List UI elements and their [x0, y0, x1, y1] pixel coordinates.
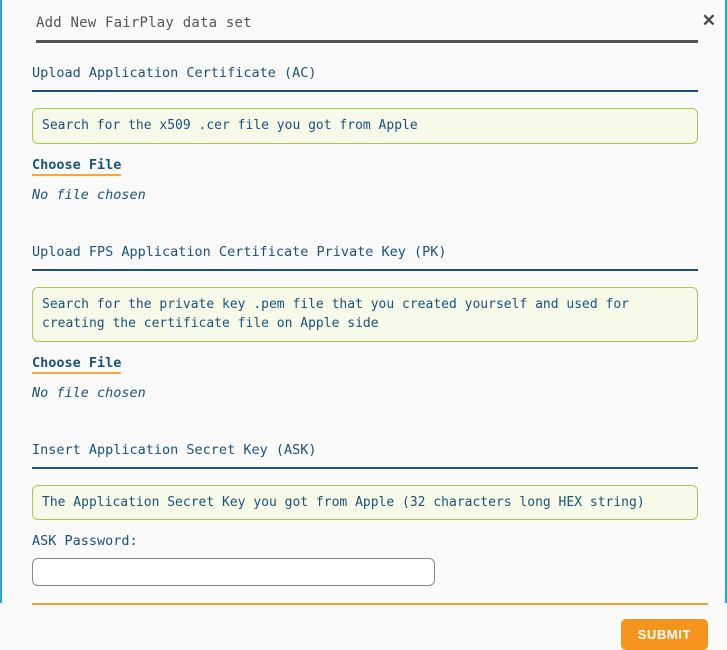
file-status-ac: No file chosen [32, 187, 698, 203]
footer-divider [32, 603, 708, 605]
hint-box-ask: The Application Secret Key you got from … [32, 485, 698, 521]
hint-box-ac: Search for the x509 .cer file you got fr… [32, 108, 698, 144]
dialog-body: Upload Application Certificate (AC) Sear… [2, 65, 725, 586]
close-icon[interactable]: ✕ [702, 12, 716, 29]
fairplay-dialog: { "colors": { "edge_blue": "#2aa5da", "t… [0, 0, 727, 603]
dialog-header: Add New FairPlay data set ✕ [2, 0, 725, 31]
section-heading-ask: Insert Application Secret Key (ASK) [32, 442, 698, 469]
section-gap [32, 203, 698, 222]
title-divider [36, 40, 698, 43]
choose-file-button-ac[interactable]: Choose File [32, 157, 121, 176]
submit-button[interactable]: SUBMIT [621, 619, 708, 650]
dialog-title: Add New FairPlay data set [36, 15, 691, 31]
section-heading-pk: Upload FPS Application Certificate Priva… [32, 244, 698, 271]
section-ask: Insert Application Secret Key (ASK) The … [32, 442, 698, 587]
dialog-footer: SUBMIT [2, 619, 725, 650]
ask-password-label: ASK Password: [32, 533, 698, 549]
section-gap [32, 401, 698, 420]
section-upload-pk: Upload FPS Application Certificate Priva… [32, 244, 698, 401]
section-upload-ac: Upload Application Certificate (AC) Sear… [32, 65, 698, 203]
choose-file-button-pk[interactable]: Choose File [32, 355, 121, 374]
section-heading-ac: Upload Application Certificate (AC) [32, 65, 698, 92]
hint-box-pk: Search for the private key .pem file tha… [32, 287, 698, 342]
file-status-pk: No file chosen [32, 385, 698, 401]
ask-password-input[interactable] [32, 558, 435, 586]
